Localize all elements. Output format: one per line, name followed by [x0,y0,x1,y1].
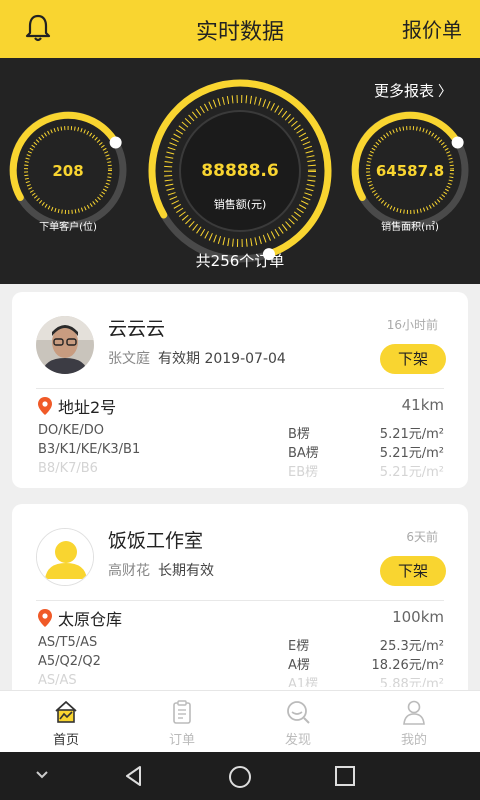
stats-panel: 更多报表〉 208 下单客户(位) 88888.6 销售额(元) 64587.8… [0,58,480,284]
location-pin-icon [38,397,52,415]
distance: 41km [401,396,444,414]
paper-spec: A5/Q2/Q2 [38,654,101,669]
divider [36,600,444,601]
divider [36,388,444,389]
sales-area-value: 64587.8 [375,162,445,180]
discover-icon [287,701,310,724]
tab-home[interactable]: 首页 [6,691,126,753]
unit-price: 5.88元/m² [379,677,444,687]
delist-button[interactable]: 下架 [380,344,446,374]
price-row: DO/KE/DO B楞 5.21元/m² [38,423,444,442]
flute-grade: BA楞 [288,446,319,461]
unit-price: 5.21元/m² [379,465,444,480]
tab-orders[interactable]: 订单 [122,691,242,753]
recent-apps-icon[interactable] [334,765,356,787]
chevron-down-icon[interactable] [34,769,50,781]
sales-area-label: 销售面积(㎡) [381,222,439,233]
home-circle-icon[interactable] [227,764,253,790]
home-icon [55,701,77,723]
posted-time: 16小时前 [386,318,438,332]
avatar [36,316,94,374]
location-pin-icon [38,609,52,627]
posted-time: 6天前 [406,530,438,544]
price-row: A5/Q2/Q2 A楞 18.26元/m² [38,654,444,673]
price-row: AS/AS A1楞 5.88元/m² [38,673,444,687]
price-row: B8/K7/B6 EB楞 5.21元/m² [38,461,444,480]
chevron-right-icon: 〉 [438,84,452,100]
app-header: 实时数据 报价单 [0,0,480,58]
profile-icon [403,700,425,725]
contact-name: 高财花 [108,563,150,579]
flute-grade: B楞 [288,427,310,442]
paper-spec: AS/AS [38,673,77,687]
listing-card[interactable]: 云云云 张文庭 有效期 2019-07-04 16小时前 下架 地址2号 41k… [12,292,468,488]
price-row: AS/T5/AS E楞 25.3元/m² [38,635,444,654]
tab-discover[interactable]: 发现 [238,691,358,753]
contact-name: 张文庭 [108,351,150,367]
flute-grade: A1楞 [288,677,319,687]
unit-price: 18.26元/m² [371,658,444,673]
flute-grade: A楞 [288,658,310,673]
distance: 100km [392,608,444,626]
flute-grade: EB楞 [288,465,319,480]
unit-price: 5.21元/m² [379,427,444,442]
validity-text: 有效期 2019-07-04 [158,351,286,367]
tab-discover-label: 发现 [284,733,311,748]
more-reports-label: 更多报表 [373,82,434,100]
paper-spec: DO/KE/DO [38,423,104,438]
validity-text: 长期有效 [158,563,214,579]
tab-profile-label: 我的 [400,733,427,748]
price-row: B3/K1/KE/K3/B1 BA楞 5.21元/m² [38,442,444,461]
warehouse-name: 太原仓库 [58,610,123,629]
paper-spec: B3/K1/KE/K3/B1 [38,442,141,457]
system-nav-bar [0,752,480,800]
delist-button[interactable]: 下架 [380,556,446,586]
warehouse-name: 地址2号 [58,398,117,417]
listing-card[interactable]: 饭饭工作室 高财花 长期有效 6天前 下架 太原仓库 100km AS/T5/A… [12,504,468,690]
company-name: 饭饭工作室 [108,530,204,552]
bottom-tab-bar: 首页 订单 发现 我的 [0,690,480,752]
flute-grade: E楞 [288,639,310,654]
tab-profile[interactable]: 我的 [354,691,474,753]
paper-spec: AS/T5/AS [38,635,98,650]
order-count-text: 共256个订单 [195,252,285,270]
more-reports-link[interactable]: 更多报表〉 [374,80,452,101]
paper-spec: B8/K7/B6 [38,461,98,476]
unit-price: 5.21元/m² [379,446,444,461]
unit-price: 25.3元/m² [379,639,444,654]
customer-count-label: 下单客户(位) [39,222,97,233]
tab-orders-label: 订单 [168,733,195,748]
tab-home-label: 首页 [52,733,79,748]
company-name: 云云云 [108,318,166,340]
sales-amount-label: 销售额(元) [213,198,267,211]
clipboard-icon [173,700,191,724]
quote-list-button[interactable]: 报价单 [402,14,462,43]
customer-count-value: 208 [52,162,84,180]
default-avatar-icon [36,528,94,586]
sales-amount-value: 88888.6 [201,161,279,181]
back-icon[interactable] [122,764,146,788]
